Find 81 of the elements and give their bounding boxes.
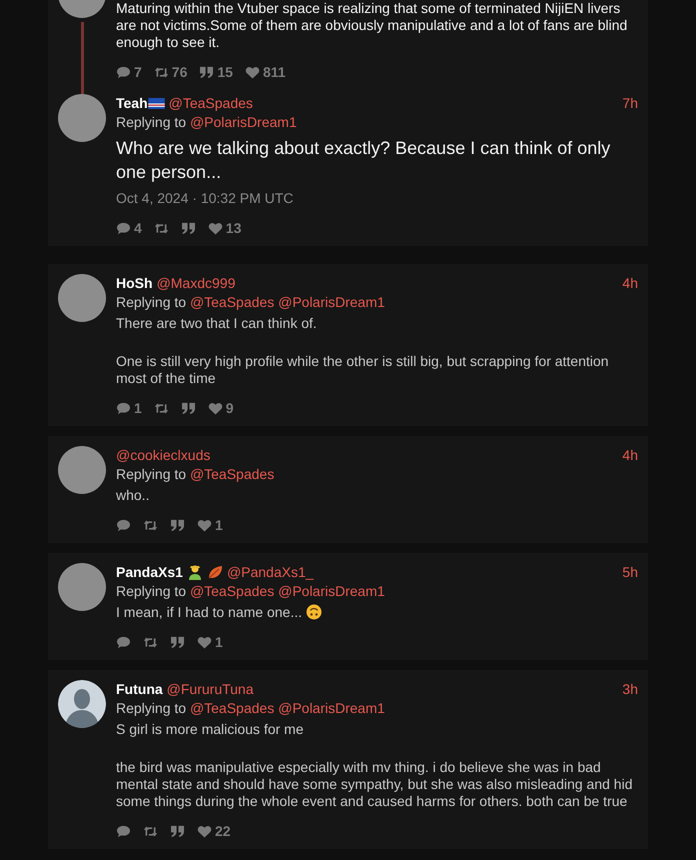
tweet-date[interactable]: Oct 4, 2024 · 10:32 PM UTC — [116, 189, 638, 207]
retweet-icon[interactable] — [154, 66, 169, 78]
upside-down-face-icon — [306, 604, 322, 620]
tweet-text: Maturing within the Vtuber space is realizing that some of terminated NijiEN livers are not victims.Some of them are obviously manipulative and a lot of fans are blind enough to see it. — [116, 0, 628, 51]
tweet-text: One is still very high profile while the other is still big, but scrapping for attention most of the time — [116, 353, 610, 387]
mention-link[interactable]: @TeaSpades — [190, 294, 274, 310]
username-link[interactable]: @PandaXs1_ — [226, 563, 314, 581]
tweet-text: There are two that I can think of. — [116, 315, 318, 332]
heart-icon[interactable] — [197, 824, 212, 838]
stat-count: 1 — [215, 634, 223, 650]
comment-icon[interactable] — [116, 66, 131, 78]
person-icon — [186, 564, 203, 580]
replying-to-label: Replying to — [116, 583, 186, 599]
replying-to-label: Replying to — [116, 294, 186, 310]
quote-icon[interactable] — [170, 824, 185, 838]
display-name[interactable]: Teah — [116, 94, 148, 112]
heart-icon[interactable] — [197, 636, 212, 648]
mention-link[interactable]: @PolarisDream1 — [190, 114, 297, 130]
comment-icon[interactable] — [116, 636, 131, 648]
stat-count: 811 — [262, 64, 286, 80]
display-name[interactable]: PandaXs1 — [116, 563, 183, 581]
comment-icon[interactable] — [116, 518, 131, 532]
quote-icon[interactable] — [170, 518, 185, 532]
username-link[interactable]: @cookieclxuds — [116, 446, 210, 464]
thread-line — [80, 22, 84, 94]
avatar-image[interactable] — [58, 563, 106, 611]
stat-count: 1 — [134, 400, 142, 416]
mention-link[interactable]: @PolarisDream1 — [278, 294, 385, 310]
heart-icon[interactable] — [197, 518, 212, 532]
username-link[interactable]: @Maxdc999 — [156, 274, 236, 292]
timestamp-link[interactable]: 4h — [622, 274, 638, 292]
tweet-text: the bird was manipulative especially with mv thing. i do believe she was in bad mental state and should have some sympathy, but she was also misleading and hid some things during the whole event and caused harms for others. both can be true — [116, 759, 634, 810]
retweet-icon[interactable] — [143, 518, 158, 532]
mention-link[interactable]: @TeaSpades — [190, 466, 274, 482]
mention-link[interactable]: @PolarisDream1 — [278, 700, 385, 716]
stat-count: 4 — [134, 220, 142, 236]
retweet-icon[interactable] — [143, 824, 158, 838]
leaf-icon — [206, 564, 223, 580]
mention-link[interactable]: @PolarisDream1 — [278, 583, 385, 599]
avatar-image[interactable] — [58, 446, 106, 494]
flag-icon — [148, 98, 165, 108]
quote-icon[interactable] — [199, 66, 214, 78]
tweet-text: I mean, if I had to name one... — [116, 604, 638, 621]
username-link[interactable]: @FururuTuna — [166, 680, 254, 698]
stat-count: 1 — [215, 517, 223, 533]
heart-icon[interactable] — [244, 66, 260, 78]
display-name[interactable]: HoSh — [116, 274, 153, 292]
comment-icon[interactable] — [116, 222, 131, 234]
retweet-icon[interactable] — [154, 402, 169, 414]
comment-icon[interactable] — [116, 824, 131, 838]
tweet-text: Who are we talking about exactly? Because I can think of only one person... — [116, 137, 612, 184]
username-link[interactable]: @TeaSpades — [168, 94, 253, 112]
timestamp-link[interactable]: 5h — [622, 563, 638, 581]
quote-icon[interactable] — [180, 222, 196, 234]
avatar-placeholder[interactable] — [58, 680, 106, 728]
tweet-text: S girl is more malicious for me — [116, 721, 304, 738]
stat-count: 9 — [226, 400, 234, 416]
heart-icon[interactable] — [208, 402, 223, 414]
timestamp-link[interactable]: 3h — [622, 680, 638, 698]
stat-count: 7 — [134, 64, 142, 80]
timestamp-link[interactable]: 7h — [622, 94, 638, 112]
replying-to-label: Replying to — [116, 700, 186, 716]
quote-icon[interactable] — [170, 636, 185, 648]
stat-count: 15 — [217, 64, 233, 80]
stat-count: 76 — [172, 64, 188, 80]
avatar-image[interactable] — [58, 94, 106, 142]
comment-icon[interactable] — [116, 402, 131, 414]
timestamp-link[interactable]: 4h — [622, 446, 638, 464]
tweet-text: who.. — [116, 487, 150, 504]
replying-to-label: Replying to — [116, 114, 186, 130]
display-name[interactable]: Futuna — [116, 680, 163, 698]
retweet-icon[interactable] — [154, 222, 169, 234]
mention-link[interactable]: @TeaSpades — [190, 700, 274, 716]
quote-icon[interactable] — [180, 402, 196, 414]
avatar-image[interactable] — [58, 274, 106, 322]
mention-link[interactable]: @TeaSpades — [190, 583, 274, 599]
replying-to-label: Replying to — [116, 466, 186, 482]
stat-count: 13 — [226, 220, 242, 236]
stat-count: 22 — [215, 823, 231, 839]
heart-icon[interactable] — [208, 222, 223, 234]
retweet-icon[interactable] — [143, 636, 158, 648]
